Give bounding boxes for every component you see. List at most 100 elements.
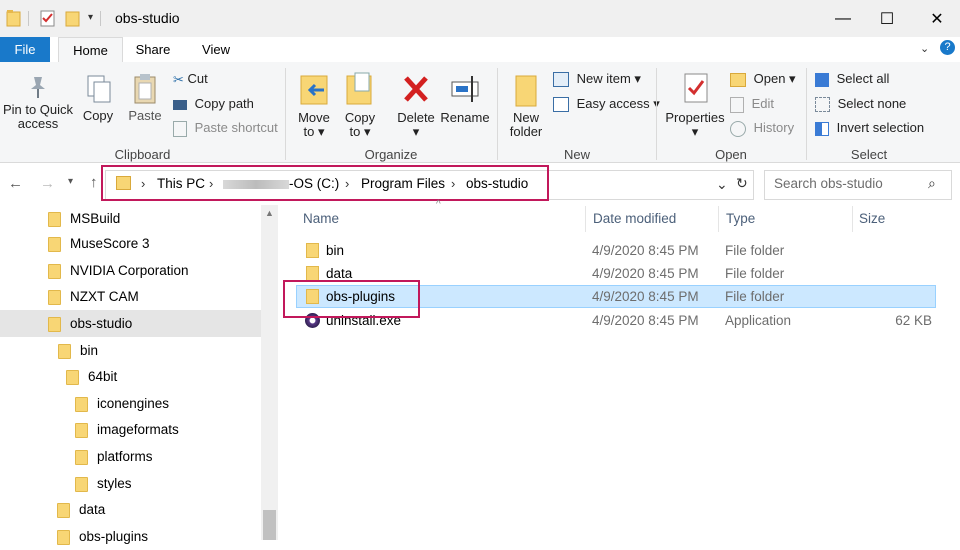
copy-path-button[interactable]: Copy path bbox=[173, 94, 254, 114]
history-button[interactable]: History bbox=[730, 118, 794, 138]
tree-item-iconengines[interactable]: iconengines bbox=[0, 390, 261, 417]
refresh-icon[interactable]: ↻ bbox=[736, 175, 748, 192]
column-divider[interactable] bbox=[852, 206, 853, 232]
tree-item-label: MSBuild bbox=[70, 211, 121, 226]
address-highlight-box bbox=[101, 165, 549, 201]
tree-item-obs-plugins[interactable]: obs-plugins bbox=[0, 523, 261, 550]
scissors-icon: ✂ bbox=[173, 71, 184, 87]
pin-label-line1: Pin to Quick bbox=[2, 102, 74, 117]
column-header-name[interactable]: Name bbox=[303, 211, 339, 226]
tree-item-msbuild[interactable]: MSBuild bbox=[0, 205, 261, 232]
customize-quick-access-icon[interactable]: ▾ bbox=[88, 12, 93, 23]
nav-pane-scrollbar[interactable]: ▲ bbox=[261, 205, 278, 540]
organize-group-label: Organize bbox=[364, 147, 418, 162]
delete-button[interactable]: Delete ▾ bbox=[394, 70, 438, 139]
file-size: 62 KB bbox=[895, 313, 932, 328]
tab-home[interactable]: Home bbox=[58, 37, 123, 63]
folder-icon bbox=[75, 449, 88, 465]
column-divider[interactable] bbox=[718, 206, 719, 232]
column-header-date[interactable]: Date modified bbox=[593, 211, 676, 226]
rename-button[interactable]: Rename bbox=[440, 70, 490, 125]
tree-item-label: MuseScore 3 bbox=[70, 236, 150, 251]
move-to-icon bbox=[300, 75, 328, 105]
new-folder-quick-icon[interactable] bbox=[65, 9, 81, 27]
scroll-up-icon[interactable]: ▲ bbox=[265, 208, 274, 218]
maximize-button[interactable]: ☐ bbox=[864, 0, 910, 37]
tree-item-64bit[interactable]: 64bit bbox=[0, 363, 261, 390]
pin-icon bbox=[31, 77, 45, 98]
collapse-ribbon-icon[interactable]: ⌄ bbox=[920, 42, 929, 55]
copy-to-button[interactable]: Copy to ▾ bbox=[340, 70, 380, 139]
select-none-button[interactable]: Select none bbox=[815, 94, 906, 114]
easy-access-button[interactable]: Easy access ▾ bbox=[553, 94, 660, 114]
file-row-bin[interactable]: bin 4/9/2020 8:45 PM File folder bbox=[296, 239, 936, 262]
file-name: bin bbox=[326, 243, 345, 258]
delete-icon bbox=[404, 76, 428, 102]
folder-icon bbox=[306, 266, 319, 281]
sort-ascending-icon: ^ bbox=[436, 199, 441, 210]
tree-item-imageformats[interactable]: imageformats bbox=[0, 416, 261, 443]
properties-button[interactable]: Properties ▾ bbox=[662, 70, 728, 139]
copy-to-icon bbox=[346, 72, 372, 105]
column-header-size[interactable]: Size bbox=[859, 211, 885, 226]
invert-selection-icon bbox=[815, 121, 829, 136]
help-icon[interactable]: ? bbox=[940, 40, 955, 55]
folder-icon bbox=[57, 502, 70, 518]
tree-item-label: styles bbox=[97, 476, 132, 491]
tree-item-styles[interactable]: styles bbox=[0, 470, 261, 497]
tab-file[interactable]: File bbox=[0, 37, 50, 62]
properties-quick-icon[interactable] bbox=[40, 9, 56, 27]
file-date: 4/9/2020 8:45 PM bbox=[592, 289, 699, 304]
tree-item-label: 64bit bbox=[88, 369, 118, 384]
folder-icon bbox=[75, 396, 88, 412]
rename-icon bbox=[451, 76, 479, 102]
search-input[interactable]: Search obs-studio bbox=[774, 176, 883, 191]
tree-item-musescore[interactable]: MuseScore 3 bbox=[0, 230, 261, 257]
scrollbar-thumb[interactable] bbox=[263, 510, 276, 540]
new-item-label: New item bbox=[576, 71, 631, 86]
new-group-label: New bbox=[563, 147, 590, 162]
back-arrow-icon[interactable]: ← bbox=[8, 175, 23, 192]
tree-item-label: platforms bbox=[97, 449, 153, 464]
address-history-chevron-icon[interactable]: ⌄ bbox=[716, 176, 728, 193]
edit-button[interactable]: Edit bbox=[730, 94, 774, 114]
ribbon: Pin to Quick access Copy Paste ✂ Cut Cop… bbox=[0, 62, 960, 163]
tab-share[interactable]: Share bbox=[130, 37, 176, 62]
minimize-button[interactable]: — bbox=[820, 0, 866, 37]
tree-item-nzxt[interactable]: NZXT CAM bbox=[0, 283, 261, 310]
up-arrow-icon[interactable]: ↑ bbox=[90, 174, 98, 191]
tree-item-nvidia[interactable]: NVIDIA Corporation bbox=[0, 257, 261, 284]
edit-icon bbox=[730, 96, 744, 113]
column-header-type[interactable]: Type bbox=[726, 211, 755, 226]
invert-selection-button[interactable]: Invert selection bbox=[815, 118, 924, 138]
tab-view[interactable]: View bbox=[196, 37, 236, 62]
easy-access-icon bbox=[553, 97, 569, 113]
pin-to-quick-access-button[interactable]: Pin to Quick access bbox=[2, 74, 74, 131]
navigation-pane: MSBuild MuseScore 3 NVIDIA Corporation N… bbox=[0, 205, 278, 545]
open-group-label: Open bbox=[715, 147, 747, 162]
history-icon bbox=[730, 120, 746, 137]
recent-locations-icon[interactable]: ▾ bbox=[68, 176, 73, 187]
tree-item-obs-studio[interactable]: obs-studio bbox=[0, 310, 261, 337]
new-item-button[interactable]: New item ▾ bbox=[553, 69, 641, 89]
new-folder-button[interactable]: New folder bbox=[504, 70, 548, 139]
copy-button[interactable]: Copy bbox=[78, 72, 118, 123]
tree-item-data[interactable]: data bbox=[0, 496, 261, 523]
forward-arrow-icon[interactable]: → bbox=[40, 175, 55, 192]
invert-selection-label: Invert selection bbox=[836, 120, 925, 135]
paste-shortcut-button[interactable]: Paste shortcut bbox=[173, 118, 278, 138]
title-bar: ▾ obs-studio — ☐ ✕ bbox=[0, 0, 960, 37]
move-to-button[interactable]: Move to ▾ bbox=[294, 70, 334, 139]
search-icon[interactable]: ⌕ bbox=[928, 175, 936, 192]
open-button[interactable]: Open ▾ bbox=[730, 69, 796, 89]
tree-item-bin[interactable]: bin bbox=[0, 337, 261, 364]
tree-item-platforms[interactable]: platforms bbox=[0, 443, 261, 470]
select-all-button[interactable]: Select all bbox=[815, 69, 889, 89]
close-button[interactable]: ✕ bbox=[914, 0, 960, 37]
pin-label-line2: access bbox=[17, 116, 59, 131]
column-divider[interactable] bbox=[585, 206, 586, 232]
paste-button[interactable]: Paste bbox=[125, 72, 165, 123]
cut-button[interactable]: ✂ Cut bbox=[173, 69, 208, 89]
history-label: History bbox=[753, 120, 795, 135]
folder-icon bbox=[48, 263, 61, 279]
